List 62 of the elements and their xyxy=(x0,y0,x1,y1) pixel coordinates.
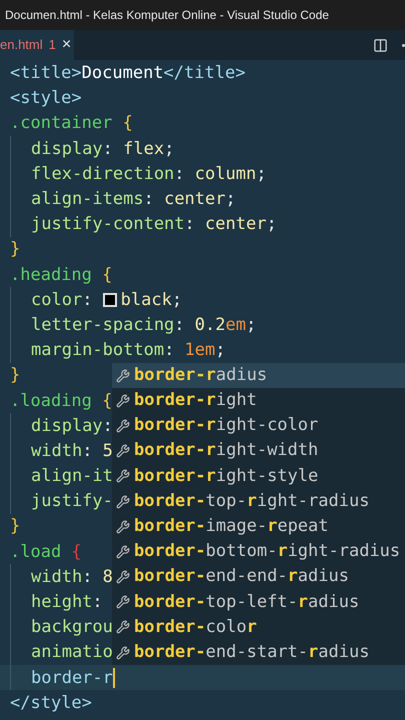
suggestion-label: border-right-style xyxy=(134,464,318,488)
code-line: flex-direction: column; xyxy=(10,161,266,186)
wrench-icon xyxy=(116,544,130,559)
code-line: justify-content: center; xyxy=(10,212,277,237)
suggestion-label: border-end-start-radius xyxy=(134,640,370,664)
text-cursor xyxy=(112,668,115,688)
wrench-icon xyxy=(116,520,130,534)
code-line: height: xyxy=(10,589,103,615)
suggestion-item[interactable]: border-right-color xyxy=(112,413,405,439)
suggestion-item[interactable]: border-color xyxy=(112,614,405,640)
suggestion-label: border-end-end-radius xyxy=(134,565,349,588)
suggestion-label: border-right-color xyxy=(134,414,318,438)
suggestion-item[interactable]: border-right-style xyxy=(112,464,405,489)
suggestion-label: border-right xyxy=(134,389,257,412)
code-line: .container { xyxy=(10,112,133,136)
code-line: } xyxy=(10,238,20,262)
wrench-icon xyxy=(116,418,130,433)
suggestion-label: border-image-repeat xyxy=(134,514,329,538)
suggestion-item[interactable]: border-end-start-radius xyxy=(112,640,405,666)
code-line: .heading { xyxy=(10,264,112,287)
suggestion-item[interactable]: border-bottom-right-radius xyxy=(112,539,405,564)
wrench-icon xyxy=(116,595,130,610)
problem-count: 1 xyxy=(48,36,56,54)
code-line: color: black; xyxy=(10,287,182,312)
more-icon[interactable] xyxy=(402,44,405,46)
code-line: .load { xyxy=(10,540,82,564)
suggestion-item[interactable]: border-right-width xyxy=(112,438,405,464)
wrench-icon xyxy=(116,570,130,584)
suggestion-item[interactable]: border-right xyxy=(112,388,405,414)
suggestion-item[interactable]: border-end-end-radius xyxy=(112,564,405,590)
code-line: letter-spacing: 0.2em; xyxy=(10,312,256,338)
suggestion-item[interactable]: border-top-right-radius xyxy=(112,488,405,514)
suggestion-label: border-right-width xyxy=(134,439,318,462)
suggestion-item[interactable]: border-image-repeat xyxy=(112,514,405,540)
close-button[interactable]: × xyxy=(62,37,72,53)
wrench-icon xyxy=(116,368,130,383)
suggestion-label: border-top-left-radius xyxy=(134,590,360,614)
color-swatch-icon[interactable] xyxy=(102,292,117,307)
suggestion-label: border-top-right-radius xyxy=(134,490,370,513)
code-line: .loading { xyxy=(10,390,112,413)
code-line: align-items: center; xyxy=(10,186,236,212)
code-line: </style> xyxy=(10,692,92,715)
suggestion-label: border-radius xyxy=(134,364,268,387)
wrench-icon xyxy=(116,494,130,509)
code-line: } xyxy=(10,515,20,538)
tab-label: en.html xyxy=(0,36,43,54)
wrench-icon xyxy=(116,646,130,660)
wrench-icon xyxy=(116,469,130,484)
suggestion-label: border-bottom-right-radius xyxy=(134,540,400,564)
suggestion-item[interactable]: border-top-left-radius xyxy=(112,590,405,615)
wrench-icon xyxy=(116,444,130,458)
suggestion-item[interactable]: border-radius xyxy=(112,363,405,388)
editor-tab[interactable]: en.html 1 × xyxy=(0,30,74,60)
code-line: <title>Document</title> xyxy=(10,62,246,86)
code-line: display: flex; xyxy=(10,136,174,162)
code-line: <style> xyxy=(10,87,82,110)
split-editor-icon[interactable] xyxy=(373,38,388,52)
wrench-icon xyxy=(116,620,130,634)
wrench-icon xyxy=(116,394,130,408)
window-title: Documen.html - Kelas Komputer Online - Visual Studio Code xyxy=(5,7,329,24)
suggestion-label: border-color xyxy=(134,616,257,639)
code-line: } xyxy=(10,364,20,388)
